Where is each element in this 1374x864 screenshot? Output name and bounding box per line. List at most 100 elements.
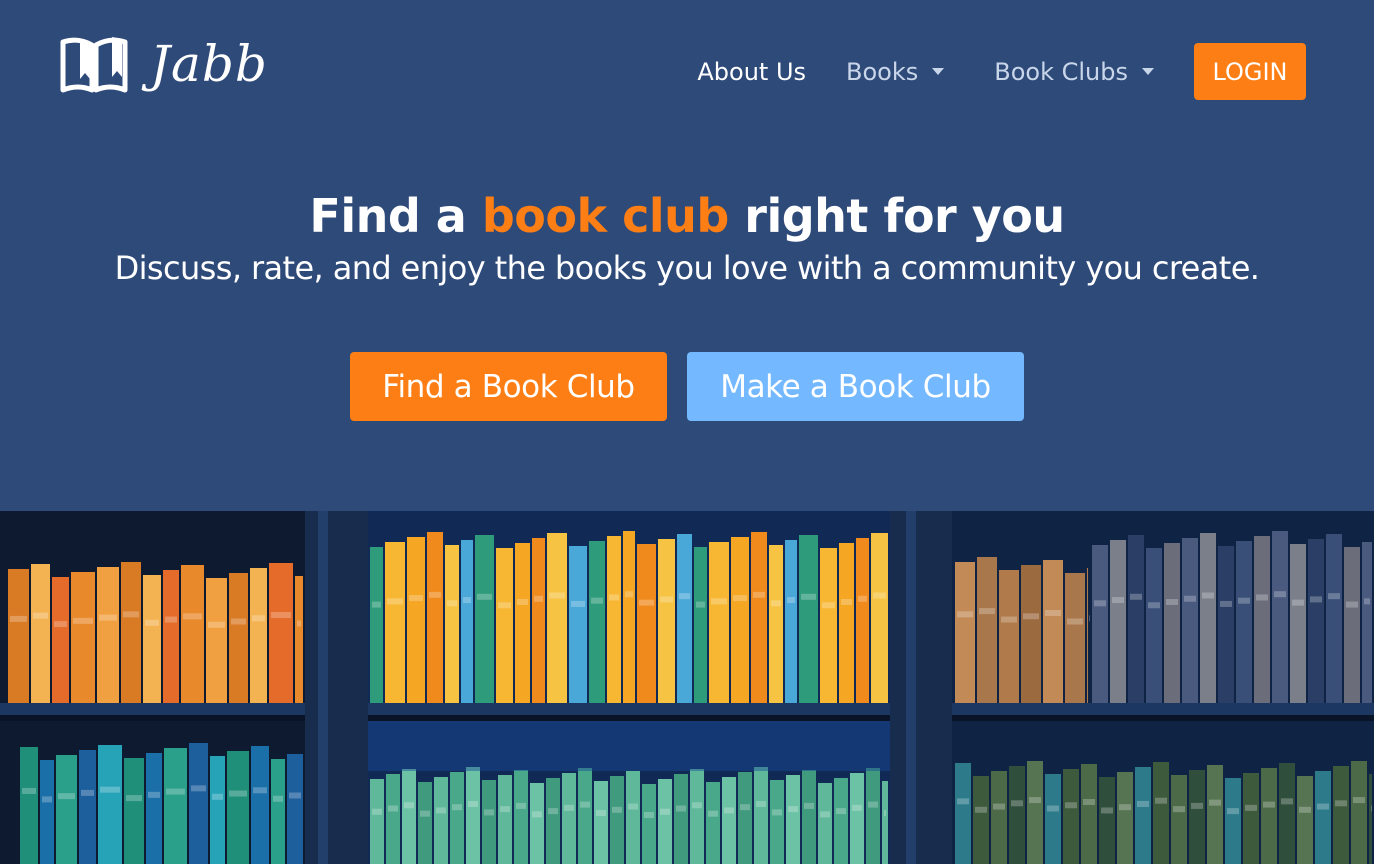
book-spine	[871, 533, 888, 703]
book-spine-band	[884, 810, 886, 817]
book-spine	[802, 770, 816, 864]
book-spine-band	[1112, 597, 1124, 604]
book-spine	[709, 542, 729, 703]
book-spine-band	[165, 616, 177, 623]
login-button[interactable]: LOGIN	[1194, 43, 1306, 100]
book-spine	[450, 772, 464, 864]
book-spine	[1164, 543, 1180, 703]
nav-books-dropdown[interactable]: Books	[846, 58, 945, 86]
book-spine-band	[753, 591, 765, 598]
book-spine-band	[957, 611, 973, 618]
book-spine	[1297, 776, 1313, 864]
book-spine-band	[387, 598, 403, 605]
book-spine-band	[271, 612, 291, 618]
book-spine-band	[212, 793, 223, 800]
book-spine-band	[22, 787, 36, 794]
book-spine	[731, 537, 749, 703]
book-spine-band	[708, 810, 718, 817]
book-spine	[594, 781, 608, 864]
book-spine	[866, 768, 880, 864]
book-spine-band	[372, 601, 381, 608]
book-spine-band	[788, 806, 798, 813]
book-spine-band	[804, 802, 814, 809]
book-spine	[1236, 541, 1252, 703]
book-spine	[754, 767, 768, 864]
book-spine	[1092, 545, 1108, 703]
book-spine	[547, 533, 567, 703]
hero-actions: Find a Book Club Make a Book Club	[0, 352, 1374, 421]
book-spine	[52, 577, 69, 703]
book-spine-band	[1001, 616, 1017, 623]
book-spine-band	[771, 600, 781, 607]
book-spine-band	[1148, 602, 1160, 609]
book-spine-band	[404, 802, 414, 809]
book-spine	[856, 538, 869, 703]
book-spine-band	[580, 801, 590, 808]
book-spine	[79, 750, 96, 864]
book-spine	[694, 547, 707, 703]
book-spine-band	[787, 597, 795, 604]
book-spine	[496, 548, 513, 703]
brand-logo-link[interactable]: Jabb	[60, 30, 268, 98]
book-spine-band	[957, 798, 969, 805]
nav-links: About Us Books Book Clubs LOGIN	[697, 43, 1306, 100]
book-spine-band	[10, 615, 27, 622]
nav-book-clubs-dropdown[interactable]: Book Clubs	[994, 58, 1154, 86]
book-spine-band	[1023, 613, 1039, 620]
book-spine-band	[126, 795, 142, 802]
book-spine	[1315, 771, 1331, 864]
book-spine	[295, 576, 303, 703]
book-spine-band	[820, 811, 830, 818]
book-spine-band	[644, 812, 654, 818]
book-spine	[1308, 539, 1324, 703]
book-spine-band	[1045, 610, 1061, 617]
book-spine	[769, 545, 783, 703]
book-spine	[189, 743, 208, 864]
book-spine	[1290, 544, 1306, 703]
book-spine	[1182, 538, 1198, 703]
book-spine	[56, 755, 77, 864]
book-spine-band	[756, 800, 766, 807]
book-spine-band	[183, 613, 202, 620]
book-spine-band	[436, 807, 446, 814]
book-spine	[610, 776, 624, 864]
book-spine	[206, 578, 227, 703]
hero-title-end: right for you	[728, 189, 1065, 243]
book-spine-band	[858, 595, 867, 602]
make-book-club-button[interactable]: Make a Book Club	[687, 352, 1024, 421]
book-spine-band	[612, 806, 622, 813]
book-spine	[482, 780, 496, 864]
nav-about-us[interactable]: About Us	[697, 58, 806, 86]
book-spine-band	[1155, 797, 1167, 804]
book-spine-band	[571, 600, 585, 607]
book-spine	[385, 542, 405, 703]
book-spine	[97, 567, 119, 703]
book-spine	[1045, 774, 1061, 864]
book-spine-band	[297, 620, 301, 627]
book-spine-band	[1335, 800, 1347, 807]
book-spine	[955, 562, 975, 703]
book-spine-band	[873, 592, 886, 599]
book-spine-band	[1220, 600, 1232, 607]
book-spine	[210, 756, 225, 864]
book-spine	[658, 539, 675, 703]
book-spine-band	[1089, 615, 1090, 622]
book-spine	[271, 759, 285, 864]
book-spine	[532, 538, 545, 703]
book-spine-band	[252, 615, 265, 622]
find-book-club-button[interactable]: Find a Book Club	[350, 352, 667, 421]
book-spine-band	[711, 598, 727, 605]
book-spine	[8, 569, 29, 703]
caret-down-icon	[932, 68, 945, 75]
book-spine-band	[191, 785, 206, 792]
book-spine	[418, 782, 432, 864]
book-spine-band	[1202, 592, 1214, 599]
book-spine-band	[1130, 593, 1142, 600]
book-spine-band	[54, 621, 67, 628]
book-spine	[562, 773, 576, 864]
book-spine-band	[123, 611, 139, 618]
book-spine-band	[532, 811, 542, 818]
book-spine	[1146, 548, 1162, 703]
book-spine	[1279, 763, 1295, 864]
book-spine	[1225, 778, 1241, 864]
